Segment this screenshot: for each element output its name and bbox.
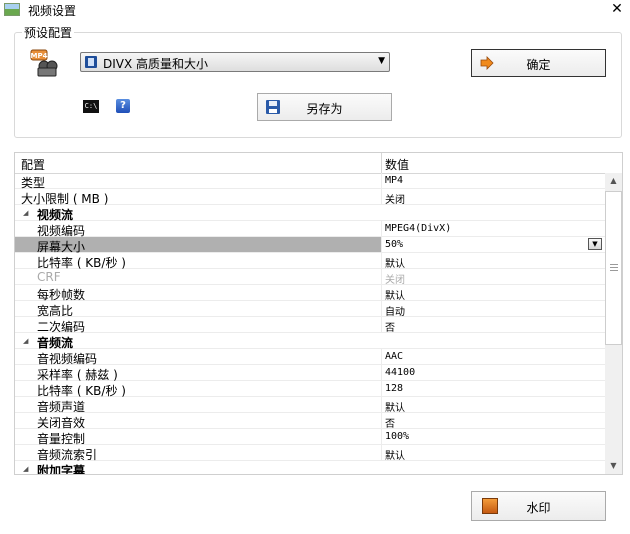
grid-row[interactable]: CRF 关闭: [15, 269, 605, 286]
header-separator: [381, 153, 382, 173]
film-icon: [85, 56, 97, 68]
property-value[interactable]: MP4: [385, 175, 403, 186]
mp4-icon-text: MP4: [31, 52, 48, 60]
property-grid: 配置 数值 类型 MP4 大小限制 ( MB ) 关闭 ◢ 视频流 视频编码 MPEG4(Di…: [14, 152, 623, 475]
property-value[interactable]: 44100: [385, 367, 415, 378]
column-separator: [381, 413, 382, 429]
column-separator: [381, 189, 382, 205]
property-value[interactable]: 否: [385, 415, 395, 430]
grid-row[interactable]: 采样率 ( 赫兹 ) 44100: [15, 365, 605, 382]
scroll-grip-icon: [610, 264, 618, 271]
preset-group-legend: 预设配置: [22, 24, 75, 41]
column-separator: [381, 349, 382, 365]
chevron-down-icon: ▼: [378, 56, 385, 66]
app-icon: [4, 3, 20, 16]
preset-dropdown[interactable]: DIVX 高质量和大小 ▼: [80, 52, 390, 72]
property-value[interactable]: 默认: [385, 447, 405, 462]
grid-row[interactable]: 二次编码否: [15, 317, 605, 334]
property-value[interactable]: 50%: [385, 239, 403, 250]
header-value: 数值: [385, 158, 410, 172]
property-name: CRF: [37, 270, 61, 284]
grid-row[interactable]: 比特率 ( KB/秒 ) 128: [15, 381, 605, 398]
save-as-button-label: 另存为: [306, 102, 343, 116]
grid-row[interactable]: 每秒帧数 默认: [15, 285, 605, 302]
save-as-button[interactable]: 另存为: [257, 93, 392, 121]
column-separator: [381, 253, 382, 269]
property-value[interactable]: 默认: [385, 255, 405, 270]
grid-row[interactable]: 屏幕大小 50% ▼: [15, 237, 605, 254]
watermark-button[interactable]: 水印: [471, 491, 606, 521]
scroll-thumb[interactable]: [605, 191, 622, 345]
ok-button-label: 确定: [526, 58, 551, 72]
property-value[interactable]: AAC: [385, 351, 403, 362]
column-separator: [381, 429, 382, 445]
property-name: 附加字幕: [37, 464, 86, 475]
column-separator: [381, 381, 382, 397]
grid-row[interactable]: 大小限制 ( MB ) 关闭: [15, 189, 605, 206]
grid-row[interactable]: 音频流索引 默认: [15, 445, 605, 462]
grid-row[interactable]: 关闭音效否: [15, 413, 605, 430]
column-separator: [381, 397, 382, 413]
column-separator: [381, 317, 382, 333]
collapse-caret-icon[interactable]: ◢: [23, 337, 28, 345]
grid-row[interactable]: 视频编码 MPEG4(DivX): [15, 221, 605, 238]
help-icon[interactable]: ?: [116, 99, 130, 113]
scroll-up-icon[interactable]: ▲: [605, 173, 622, 189]
grid-row[interactable]: 音量控制 100%: [15, 429, 605, 446]
ok-button[interactable]: 确定: [471, 49, 606, 77]
property-value[interactable]: 100%: [385, 431, 409, 442]
value-dropdown-icon[interactable]: ▼: [588, 238, 602, 250]
preset-dropdown-value: DIVX 高质量和大小: [103, 57, 209, 71]
column-separator: [381, 237, 382, 253]
property-value[interactable]: 否: [385, 319, 395, 334]
mp4-format-icon: MP4: [30, 49, 58, 77]
window-title: 视频设置: [28, 4, 77, 18]
property-value[interactable]: MPEG4(DivX): [385, 223, 451, 234]
property-value[interactable]: 关闭: [385, 191, 405, 206]
grid-row[interactable]: 比特率 ( KB/秒 ) 默认: [15, 253, 605, 270]
column-separator: [381, 365, 382, 381]
column-separator: [381, 269, 382, 285]
header-name: 配置: [21, 158, 46, 172]
vertical-scrollbar[interactable]: ▲ ▼: [605, 173, 622, 474]
command-line-icon[interactable]: C:\: [83, 100, 99, 113]
property-value[interactable]: 128: [385, 383, 403, 394]
grid-category-row[interactable]: ◢ 视频流: [15, 205, 605, 222]
watermark-button-label: 水印: [526, 501, 551, 515]
property-value[interactable]: 关闭: [385, 271, 405, 286]
property-value[interactable]: 自动: [385, 303, 405, 318]
close-icon[interactable]: ✕: [607, 0, 627, 18]
collapse-caret-icon[interactable]: ◢: [23, 209, 28, 217]
preset-group: [14, 32, 622, 138]
grid-rows: 类型 MP4 大小限制 ( MB ) 关闭 ◢ 视频流 视频编码 MPEG4(DivX) 屏幕大…: [15, 173, 605, 475]
grid-category-row[interactable]: ◢ 音频流: [15, 333, 605, 350]
column-separator: [381, 445, 382, 461]
column-separator: [381, 221, 382, 237]
property-value[interactable]: 默认: [385, 287, 405, 302]
grid-category-row[interactable]: ◢ 附加字幕: [15, 461, 605, 475]
grid-header: 配置 数值: [15, 153, 622, 174]
grid-row[interactable]: 音频声道 默认: [15, 397, 605, 414]
grid-row[interactable]: 类型 MP4: [15, 173, 605, 190]
scroll-down-icon[interactable]: ▼: [605, 458, 622, 474]
collapse-caret-icon[interactable]: ◢: [23, 465, 28, 473]
column-separator: [381, 285, 382, 301]
grid-row[interactable]: 音视频编码 AAC: [15, 349, 605, 366]
grid-row[interactable]: 宽高比 自动: [15, 301, 605, 318]
column-separator: [381, 301, 382, 317]
property-value[interactable]: 默认: [385, 399, 405, 414]
column-separator: [381, 173, 382, 189]
title-bar: 视频设置 ✕: [0, 0, 630, 20]
